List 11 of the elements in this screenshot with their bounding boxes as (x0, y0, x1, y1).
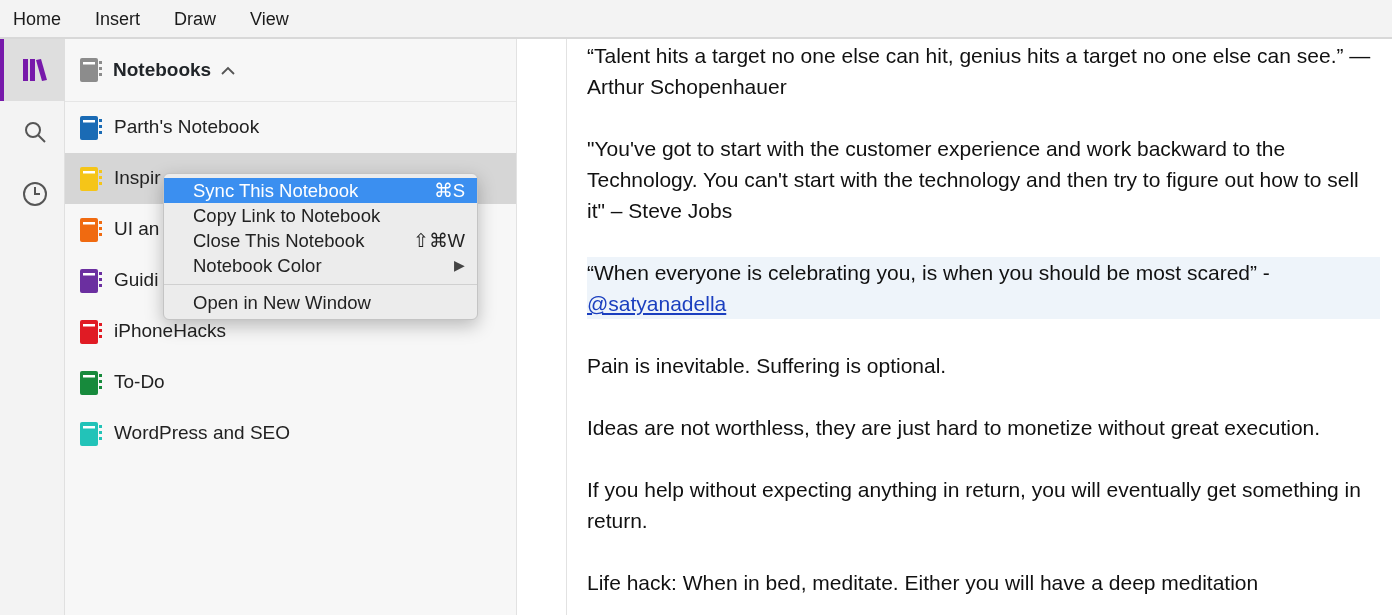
paragraph: “Talent hits a target no one else can hit, genius hits a target no one else can see.” — Arthur Schopenhauer (587, 43, 1372, 100)
paragraph: If you help without expecting anything in return, you will eventually get something in return. (587, 477, 1362, 534)
paragraph: Ideas are not worthless, they are just hard to monetize without great execution. (587, 415, 1322, 441)
paragraph: "You've got to start with the customer experience and work backward to the Technology. You can't start with the technology and then try to figure out how to sell it" – Steve Jobs (587, 136, 1360, 224)
shortcut-label: ⇧⌘W (412, 228, 465, 253)
notebooks-heading: Notebooks (113, 57, 212, 82)
submenu-arrow: ▶ (454, 256, 465, 275)
paragraph: “When everyone is celebrating you, is when you should be most scared” - @satyanadella (587, 257, 1380, 319)
shortcut-label: ⌘S (433, 178, 465, 203)
paragraph: Life hack: When in bed, meditate. Either you will have a deep meditation (587, 570, 1260, 596)
paragraph: Pain is inevitable. Suffering is optional. (587, 353, 948, 379)
